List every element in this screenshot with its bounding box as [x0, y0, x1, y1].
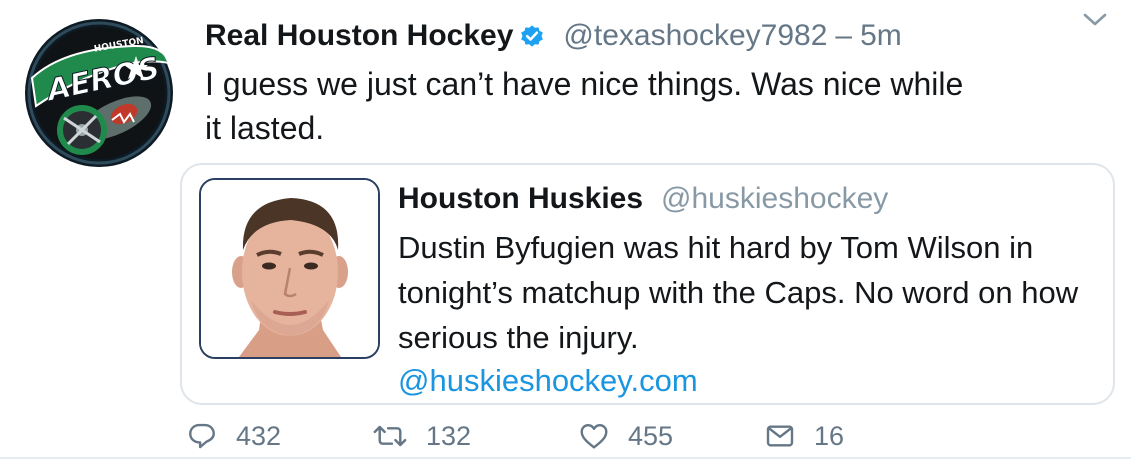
like-button[interactable]: 455 — [578, 416, 673, 456]
quoted-tweet-text: Dustin Byfugien was hit hard by Tom Wils… — [398, 230, 1079, 355]
like-icon — [578, 420, 610, 452]
quoted-tweet-header: Houston Huskies @huskieshockey — [398, 177, 888, 221]
message-count: 16 — [814, 420, 845, 451]
separator: – — [835, 19, 853, 52]
tweet-header: Real Houston Hockey @texashockey7982 – 5… — [205, 14, 902, 58]
handle[interactable]: @texashockey7982 — [563, 19, 827, 53]
avatar[interactable]: AEROS HOUSTON — [24, 18, 174, 168]
tweet-text: I guess we just can’t have nice things. … — [205, 66, 964, 146]
quoted-tweet-link[interactable]: @huskieshockey.com — [398, 361, 698, 401]
retweet-button[interactable]: 132 — [372, 416, 471, 456]
display-name[interactable]: Real Houston Hockey — [205, 19, 513, 53]
aeros-logo-icon: AEROS HOUSTON — [25, 19, 173, 167]
direct-message-icon — [764, 420, 796, 452]
chevron-down-icon[interactable] — [1082, 10, 1108, 30]
retweet-icon — [372, 420, 408, 452]
quoted-display-name[interactable]: Houston Huskies — [398, 182, 643, 216]
like-count: 455 — [628, 420, 674, 451]
reply-count: 432 — [236, 420, 282, 451]
quoted-handle[interactable]: @huskieshockey — [661, 182, 888, 216]
timestamp[interactable]: 5m — [860, 19, 902, 53]
quoted-tweet-photo[interactable] — [199, 178, 380, 359]
reply-icon — [186, 420, 218, 452]
retweet-count: 132 — [426, 420, 472, 451]
direct-message-button[interactable]: 16 — [764, 416, 844, 456]
quoted-tweet[interactable]: Houston Huskies @huskieshockey Dustin By… — [180, 163, 1115, 405]
player-headshot-icon — [201, 180, 378, 357]
tweet-actions: 432 132 455 16 — [186, 416, 886, 456]
verified-badge-icon — [519, 23, 545, 49]
reply-button[interactable]: 432 — [186, 416, 281, 456]
tweet-card[interactable]: AEROS HOUSTON Real Houston Hockey @texas… — [0, 0, 1131, 459]
